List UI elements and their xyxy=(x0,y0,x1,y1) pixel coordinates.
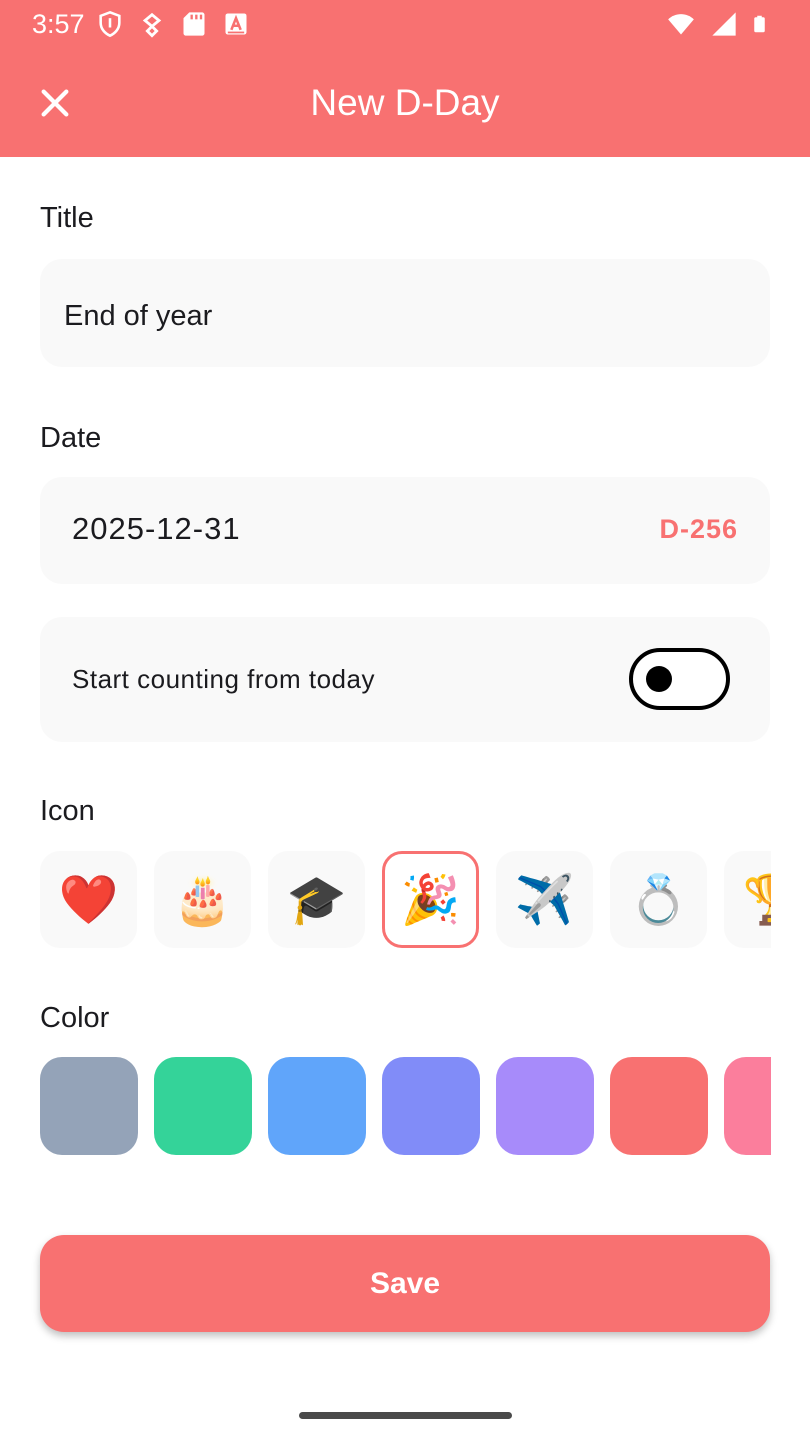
color-picker xyxy=(40,1057,771,1155)
date-value: 2025-12-31 xyxy=(72,511,241,546)
airplane-icon: ✈️ xyxy=(514,874,575,927)
status-bar: 3:57 xyxy=(0,0,810,50)
cake-icon: 🎂 xyxy=(172,874,233,927)
wifi-icon xyxy=(668,14,694,35)
icon-option[interactable]: 💍 xyxy=(610,851,707,948)
color-swatch[interactable] xyxy=(382,1057,480,1155)
start-counting-toggle[interactable] xyxy=(629,648,730,710)
color-swatch[interactable] xyxy=(610,1057,708,1155)
icon-option[interactable]: 🏆 xyxy=(724,851,771,948)
start-counting-label: Start counting from today xyxy=(72,664,375,694)
heart-icon: ❤️ xyxy=(58,874,119,927)
color-swatch[interactable] xyxy=(268,1057,366,1155)
icon-option[interactable]: 🎉 xyxy=(382,851,479,948)
dday-badge: D-256 xyxy=(659,514,738,544)
icon-option[interactable]: ❤️ xyxy=(40,851,137,948)
color-swatch[interactable] xyxy=(724,1057,771,1155)
vpn-key-icon xyxy=(142,12,162,38)
icon-picker: ❤️ 🎂 🎓 🎉 ✈️ 💍 🏆 xyxy=(40,851,771,948)
title-input[interactable] xyxy=(64,296,724,336)
graduation-cap-icon: 🎓 xyxy=(286,874,347,927)
a-badge-icon xyxy=(225,13,247,35)
icon-option[interactable]: 🎂 xyxy=(154,851,251,948)
icon-option[interactable]: 🎓 xyxy=(268,851,365,948)
color-swatch[interactable] xyxy=(496,1057,594,1155)
title-label: Title xyxy=(40,202,94,234)
status-time: 3:57 xyxy=(32,9,85,39)
battery-icon xyxy=(754,15,765,33)
status-right-icons xyxy=(666,10,770,38)
date-label: Date xyxy=(40,422,102,454)
color-label: Color xyxy=(40,1002,110,1034)
icon-label: Icon xyxy=(40,795,95,827)
cell-signal-icon xyxy=(712,12,736,36)
status-left-icons xyxy=(96,10,250,38)
gesture-bar[interactable] xyxy=(299,1412,512,1419)
toggle-knob xyxy=(646,666,672,692)
page-title: New D-Day xyxy=(310,82,500,123)
sd-card-icon xyxy=(183,12,205,36)
color-swatch[interactable] xyxy=(40,1057,138,1155)
app-header: 3:57 New D-Day xyxy=(0,0,810,157)
ring-icon: 💍 xyxy=(628,874,689,927)
color-swatch[interactable] xyxy=(154,1057,252,1155)
icon-option[interactable]: ✈️ xyxy=(496,851,593,948)
party-popper-icon: 🎉 xyxy=(400,874,461,927)
save-button[interactable]: Save xyxy=(40,1235,770,1332)
shield-icon xyxy=(99,10,121,38)
trophy-icon: 🏆 xyxy=(743,871,771,928)
